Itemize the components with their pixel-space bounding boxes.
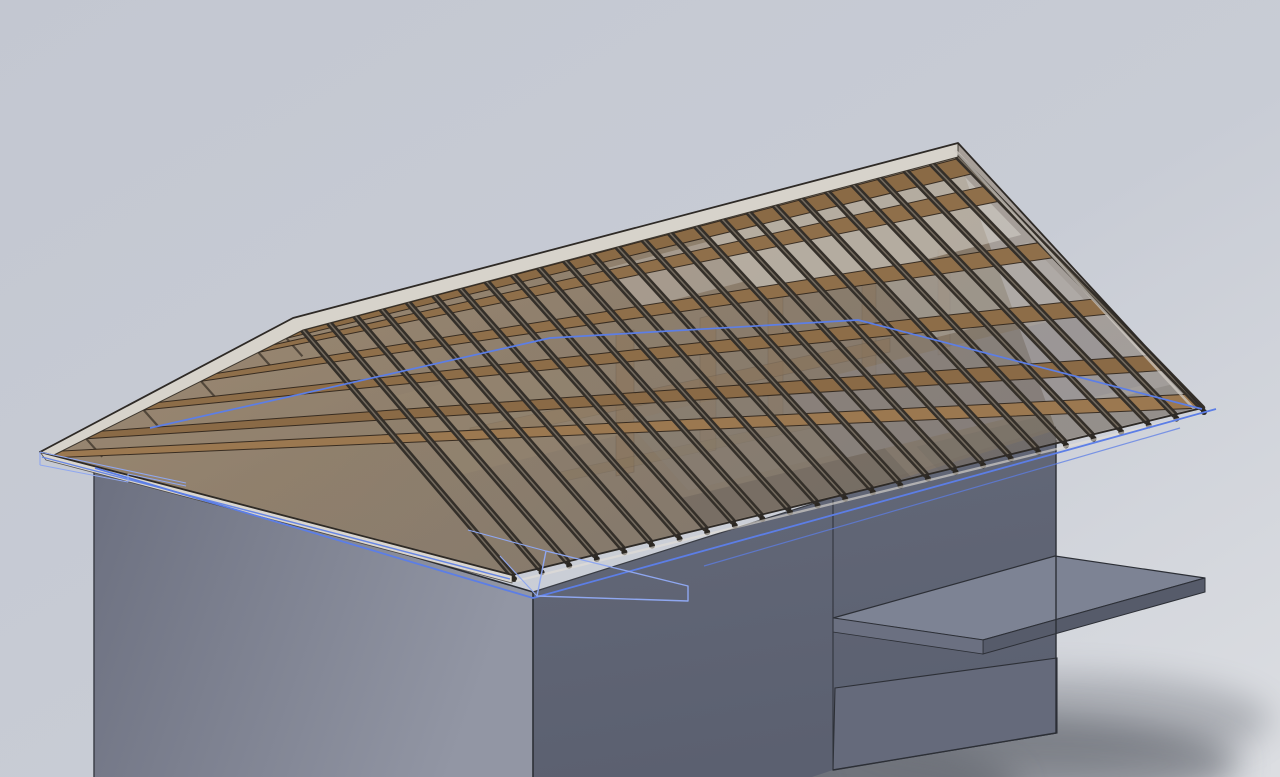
cad-viewport[interactable] bbox=[0, 0, 1280, 777]
model-scene bbox=[0, 0, 1280, 777]
